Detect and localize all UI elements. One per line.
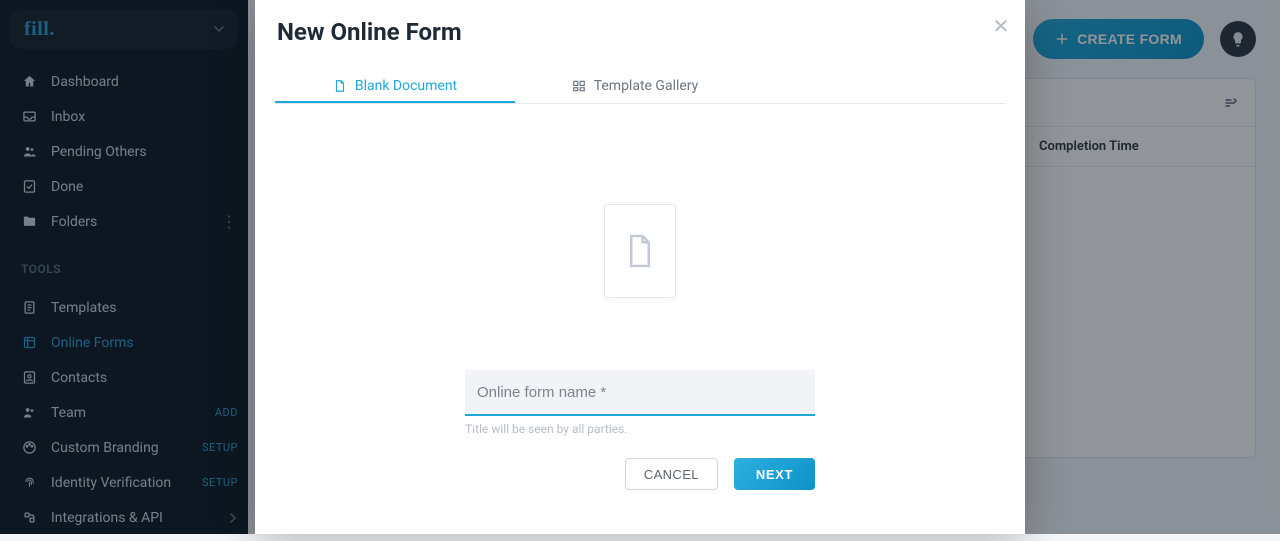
tab-label: Blank Document xyxy=(355,78,457,94)
cancel-button[interactable]: CANCEL xyxy=(625,458,718,490)
document-icon xyxy=(625,233,655,269)
next-button[interactable]: NEXT xyxy=(734,458,815,490)
new-online-form-modal: New Online Form ✕ Blank Document Templat… xyxy=(255,0,1025,534)
file-icon xyxy=(333,79,347,93)
helper-text: Title will be seen by all parties. xyxy=(465,416,815,436)
online-form-name-input[interactable] xyxy=(465,370,815,416)
close-icon: ✕ xyxy=(993,14,1010,39)
close-button[interactable]: ✕ xyxy=(989,14,1013,38)
tab-label: Template Gallery xyxy=(594,78,699,94)
tab-template-gallery[interactable]: Template Gallery xyxy=(515,70,755,103)
modal-actions: CANCEL NEXT xyxy=(465,458,815,490)
modal-tabs: Blank Document Template Gallery xyxy=(275,70,1005,104)
modal-title: New Online Form xyxy=(277,18,1003,46)
modal-header: New Online Form ✕ xyxy=(255,0,1025,52)
form-name-field: Title will be seen by all parties. xyxy=(465,370,815,436)
blank-document-placeholder xyxy=(604,204,676,298)
gallery-icon xyxy=(572,79,586,93)
tab-blank-document[interactable]: Blank Document xyxy=(275,70,515,103)
modal-body: Title will be seen by all parties. CANCE… xyxy=(255,104,1025,534)
